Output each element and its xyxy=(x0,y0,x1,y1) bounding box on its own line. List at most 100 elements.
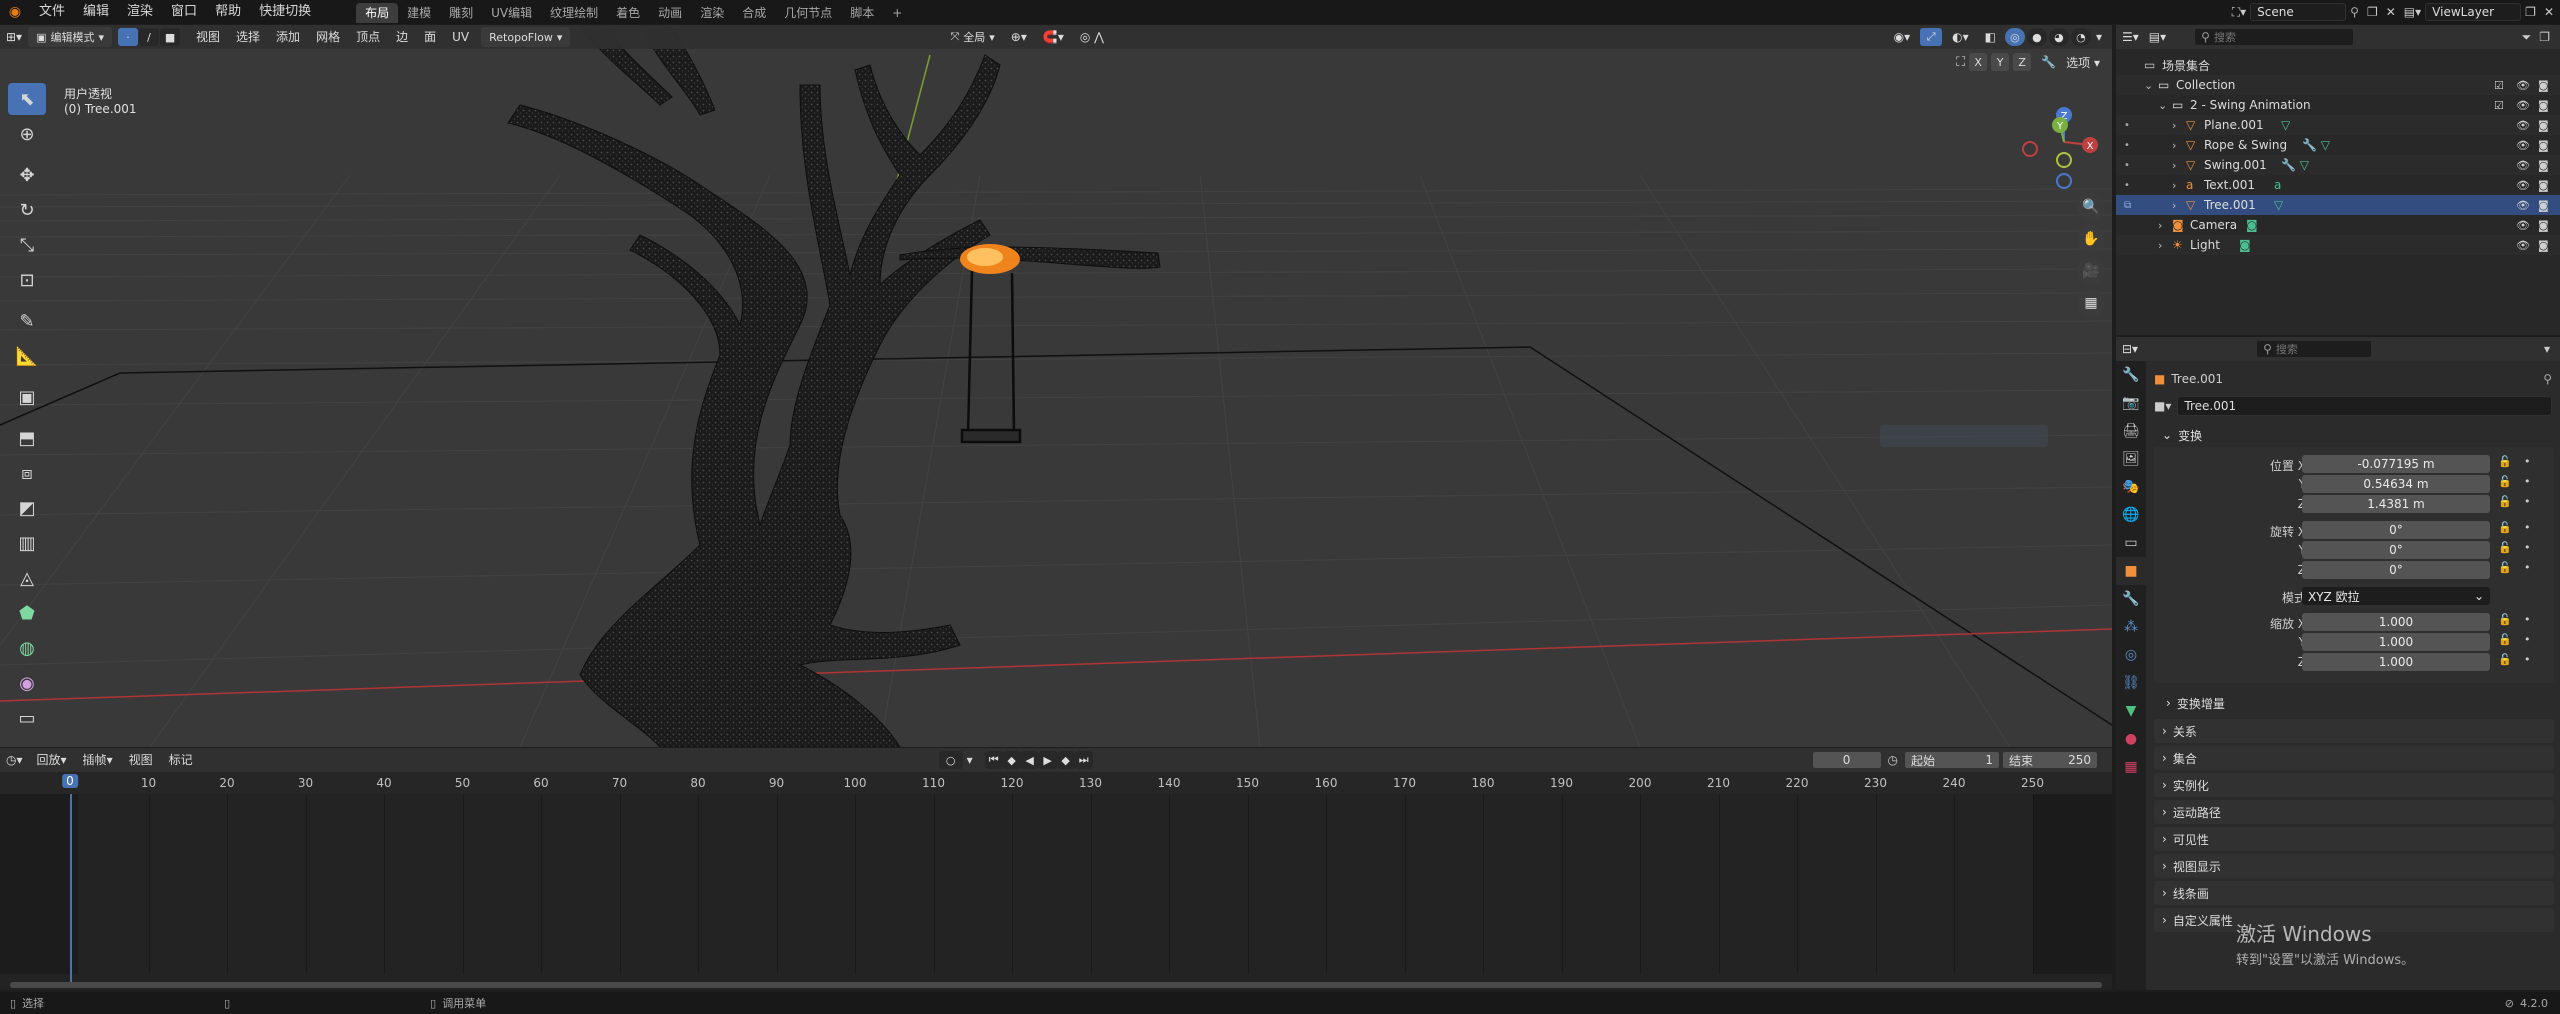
rotation-z-field[interactable]: 0° xyxy=(2302,561,2490,579)
new-view-layer-icon[interactable]: ❐ xyxy=(2525,5,2536,19)
retopoflow-dropdown[interactable]: RetopoFlow ▾ xyxy=(481,27,571,47)
filter-icon[interactable]: ⏷ xyxy=(2522,30,2532,45)
axis-x-toggle[interactable]: X xyxy=(1969,53,1988,71)
mesh-data-icon[interactable]: 🔧 ▽ xyxy=(2302,138,2330,152)
render-visibility-icon[interactable]: ◙ xyxy=(2538,139,2549,152)
render-tab-icon[interactable]: 📷 xyxy=(2116,389,2146,417)
eye-icon[interactable]: 👁 xyxy=(2516,239,2530,252)
view-layer-icon[interactable]: ▤▾ xyxy=(2404,5,2421,19)
mesh-data-icon[interactable]: ▽ xyxy=(2274,198,2283,212)
snap-icon[interactable]: 🧲▾ xyxy=(1035,25,1072,49)
navigation-gizmo[interactable]: Z X Y xyxy=(2016,85,2106,195)
view-layer-field[interactable]: ViewLayer xyxy=(2425,3,2522,21)
render-visibility-icon[interactable]: ◙ xyxy=(2538,179,2549,192)
render-visibility-icon[interactable]: ◙ xyxy=(2538,79,2549,92)
edit-mode-icon[interactable]: ⧉ xyxy=(2124,200,2131,211)
eye-icon[interactable]: 👁 xyxy=(2516,199,2530,212)
menu-marker[interactable]: 标记 xyxy=(161,748,201,772)
view-layer-tab-icon[interactable]: 🖼 xyxy=(2116,445,2146,473)
chevron-down-icon[interactable]: ▾ xyxy=(2544,342,2550,356)
lock-icon[interactable]: 🔓 xyxy=(2498,475,2512,488)
properties-panel-header[interactable]: › 线条画 xyxy=(2154,881,2554,905)
eye-icon[interactable]: 👁 xyxy=(2516,119,2530,132)
viewport-scene[interactable] xyxy=(0,25,2112,747)
spin-tool[interactable]: ◍ xyxy=(8,632,46,664)
render-visibility-icon[interactable]: ◙ xyxy=(2538,99,2549,112)
keyframe-dot-icon[interactable]: • xyxy=(2524,613,2531,626)
camera-view-icon[interactable]: 🎥 xyxy=(2077,257,2105,285)
location-z-field[interactable]: 1.4381 m xyxy=(2302,495,2490,513)
keyframe-dot-icon[interactable]: • xyxy=(2524,455,2531,468)
scale-z-field[interactable]: 1.000 xyxy=(2302,653,2490,671)
object-data-icon[interactable]: ■▾ xyxy=(2154,399,2171,413)
chevron-right-icon[interactable]: › xyxy=(2158,239,2162,252)
timeline-body[interactable] xyxy=(0,794,2112,990)
pan-icon[interactable]: ✋ xyxy=(2077,225,2105,253)
delete-scene-icon[interactable]: ✕ xyxy=(2386,5,2396,19)
shading-options-icon[interactable]: ▾ xyxy=(2092,25,2112,49)
particles-tab-icon[interactable]: ⁂ xyxy=(2116,613,2146,641)
add-cube-tool[interactable]: ▣ xyxy=(8,381,46,413)
workspace-tab-rendering[interactable]: 渲染 xyxy=(691,3,733,23)
lock-icon[interactable]: 🔓 xyxy=(2498,521,2512,534)
menu-select[interactable]: 选择 xyxy=(228,25,268,49)
menu-view[interactable]: 视图 xyxy=(188,25,228,49)
shading-solid-icon[interactable]: ● xyxy=(2026,28,2047,46)
physics-tab-icon[interactable]: ◎ xyxy=(2116,641,2146,669)
workspace-tab-layout[interactable]: 布局 xyxy=(356,3,399,23)
shading-rendered-icon[interactable]: ◔ xyxy=(2070,28,2091,46)
axis-z-toggle[interactable]: Z xyxy=(2013,53,2032,71)
menu-face[interactable]: 面 xyxy=(416,25,444,49)
transform-tool[interactable]: ⊡ xyxy=(8,264,46,296)
outliner-row[interactable]: ▭ 场景集合 xyxy=(2116,55,2560,75)
outliner[interactable]: ☰▾ ▤▾ ⚲ ⏷ ❐ ▭ 场景集合 ⌄ ▭ Collection ☑ 👁 ◙ ⌄ ▭ 2 - Sw… xyxy=(2116,25,2560,335)
material-tab-icon[interactable]: ● xyxy=(2116,725,2146,753)
move-tool[interactable]: ✥ xyxy=(8,159,46,191)
keyframe-dot-icon[interactable]: • xyxy=(2524,521,2531,534)
visibility-icon[interactable]: ◉▾ xyxy=(1886,25,1919,49)
render-visibility-icon[interactable]: ◙ xyxy=(2538,159,2549,172)
mode-dot-icon[interactable]: • xyxy=(2124,180,2130,191)
location-y-field[interactable]: 0.54634 m xyxy=(2302,475,2490,493)
zoom-icon[interactable]: 🔍 xyxy=(2077,193,2105,221)
lock-icon[interactable]: 🔓 xyxy=(2498,561,2512,574)
workspace-tab-modeling[interactable]: 建模 xyxy=(398,3,440,23)
clock-icon[interactable]: ◷ xyxy=(1888,753,1898,767)
menu-edit[interactable]: 编辑 xyxy=(74,0,118,24)
menu-window[interactable]: 窗口 xyxy=(162,0,206,24)
outliner-search-input[interactable] xyxy=(2213,30,2334,44)
delete-view-layer-icon[interactable]: ✕ xyxy=(2544,5,2554,19)
outliner-editor-icon[interactable]: ☰▾ xyxy=(2116,25,2145,49)
rotation-mode-dropdown[interactable]: XYZ 欧拉 ⌄ xyxy=(2302,587,2490,605)
properties-panel-header[interactable]: › 实例化 xyxy=(2154,773,2554,797)
chevron-down-icon[interactable]: ⌄ xyxy=(2144,79,2153,92)
chevron-right-icon[interactable]: › xyxy=(2172,119,2176,132)
new-collection-icon[interactable]: ❐ xyxy=(2539,30,2550,44)
outliner-row[interactable]: › ▽ Plane.001 ▽ 👁 ◙ • xyxy=(2116,115,2560,135)
menu-uv[interactable]: UV xyxy=(444,25,477,49)
end-frame-field[interactable]: 结束 250 xyxy=(2002,751,2098,769)
shading-material-icon[interactable]: ◕ xyxy=(2048,28,2069,46)
properties-panel-header[interactable]: › 视图显示 xyxy=(2154,854,2554,878)
play-reverse-button[interactable]: ◀ xyxy=(1020,751,1039,769)
menu-file[interactable]: 文件 xyxy=(30,0,74,24)
outliner-search[interactable]: ⚲ xyxy=(2194,28,2355,46)
workspace-tab-shading[interactable]: 着色 xyxy=(607,3,649,23)
object-tab-icon[interactable]: ■ xyxy=(2116,557,2146,585)
eye-icon[interactable]: 👁 xyxy=(2516,139,2530,152)
proportional-edit-icon[interactable]: ◎ ⋀ xyxy=(1072,25,1112,49)
delta-transform-header[interactable]: › 变换增量 xyxy=(2162,691,2546,715)
mode-dot-icon[interactable]: • xyxy=(2124,160,2130,171)
outliner-row[interactable]: › ▽ Tree.001 ▽ 👁 ◙ ⧉ xyxy=(2116,195,2560,215)
knife-tool[interactable]: ◬ xyxy=(8,562,46,594)
outliner-row[interactable]: ⌄ ▭ Collection ☑ 👁 ◙ xyxy=(2116,75,2560,95)
scene-tab-icon[interactable]: 🎭 xyxy=(2116,473,2146,501)
properties-panel-header[interactable]: › 可见性 xyxy=(2154,827,2554,851)
annotate-tool[interactable]: ✎ xyxy=(8,305,46,337)
loop-cut-tool[interactable]: ▥ xyxy=(8,527,46,559)
workspace-tab-compositing[interactable]: 合成 xyxy=(733,3,775,23)
rotate-tool[interactable]: ↻ xyxy=(8,194,46,226)
mirror-icon[interactable]: ⛶ xyxy=(1956,55,1965,70)
properties-panel-header[interactable]: › 集合 xyxy=(2154,746,2554,770)
chevron-right-icon[interactable]: › xyxy=(2172,139,2176,152)
